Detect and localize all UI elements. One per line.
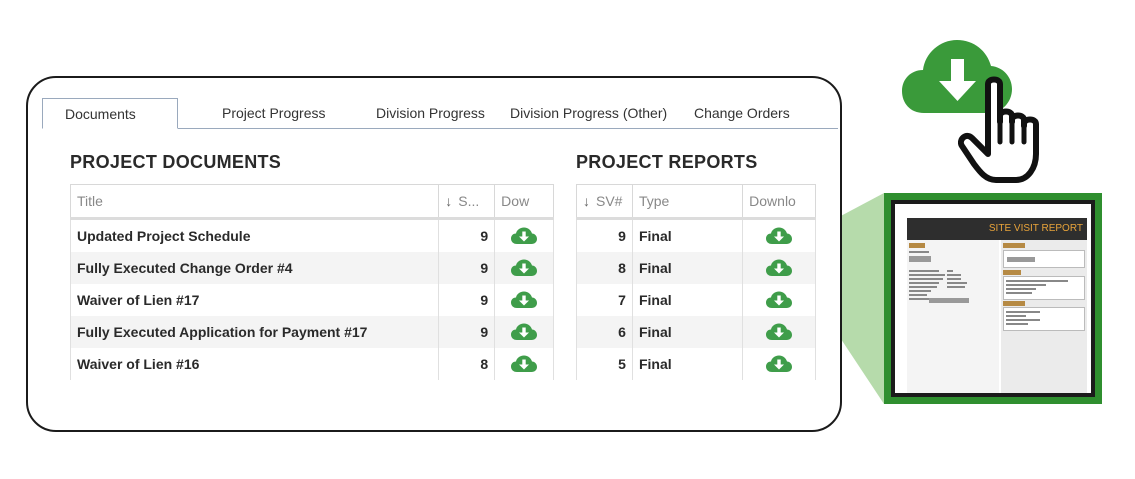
cloud-download-icon[interactable] [766, 227, 793, 245]
column-header-sv-number[interactable]: ↓ SV# [576, 184, 633, 220]
download-cell[interactable] [742, 348, 816, 380]
report-sv-number: 9 [576, 218, 633, 252]
document-sv: 9 [438, 284, 496, 316]
table-row: Updated Project Schedule 9 [69, 218, 554, 252]
cloud-download-icon[interactable] [511, 227, 538, 245]
cloud-download-icon[interactable] [766, 291, 793, 309]
table-row: Fully Executed Application for Payment #… [69, 316, 554, 348]
document-sv: 9 [438, 252, 496, 284]
download-cell[interactable] [742, 316, 816, 348]
tab-documents[interactable]: Documents [42, 98, 178, 129]
download-cell[interactable] [742, 284, 816, 316]
document-sv: 8 [438, 348, 496, 380]
report-page: SITE VISIT REPORT [895, 204, 1091, 393]
download-cell[interactable] [742, 252, 816, 284]
table-row: 9 Final [576, 218, 816, 252]
report-title: SITE VISIT REPORT [988, 223, 1083, 234]
document-title: Waiver of Lien #17 [69, 284, 440, 316]
project-documents-title: PROJECT DOCUMENTS [70, 152, 282, 172]
cloud-download-icon[interactable] [511, 323, 538, 341]
table-row: 8 Final [576, 252, 816, 284]
report-type: Final [632, 284, 744, 316]
column-header-download[interactable]: Downlo [742, 184, 816, 220]
app-window: Documents Project Progress Division Prog… [26, 76, 842, 432]
cloud-download-icon[interactable] [766, 355, 793, 373]
table-row: Waiver of Lien #16 8 [69, 348, 554, 380]
report-type: Final [632, 348, 744, 380]
tab-division-progress-other[interactable]: Division Progress (Other) [510, 98, 667, 128]
column-header-download[interactable]: Dow [494, 184, 554, 220]
report-sv-number: 7 [576, 284, 633, 316]
table-row: 7 Final [576, 284, 816, 316]
cloud-download-icon[interactable] [511, 355, 538, 373]
download-cell[interactable] [494, 218, 554, 252]
report-left-column [907, 240, 999, 393]
download-cell[interactable] [494, 316, 554, 348]
document-sv: 9 [438, 218, 496, 252]
tab-change-orders[interactable]: Change Orders [694, 98, 790, 128]
cloud-download-icon[interactable] [766, 323, 793, 341]
document-title: Fully Executed Change Order #4 [69, 252, 440, 284]
column-header-sv[interactable]: ↓ S... [438, 184, 496, 220]
column-header-title[interactable]: Title [69, 184, 440, 220]
report-type: Final [632, 252, 744, 284]
tab-division-progress[interactable]: Division Progress [376, 98, 485, 128]
sort-arrow-icon: ↓ [445, 193, 453, 209]
download-cell[interactable] [494, 252, 554, 284]
site-visit-report-preview: SITE VISIT REPORT [884, 193, 1102, 404]
report-header: SITE VISIT REPORT [907, 218, 1087, 240]
column-header-type[interactable]: Type [632, 184, 744, 220]
document-sv: 9 [438, 316, 496, 348]
documents-table: Title ↓ S... Dow Updated Project Schedule… [69, 184, 554, 380]
tab-bar: Documents Project Progress Division Prog… [42, 98, 838, 129]
cloud-download-icon[interactable] [511, 259, 538, 277]
sort-arrow-icon: ↓ [583, 193, 590, 209]
table-row: Waiver of Lien #17 9 [69, 284, 554, 316]
download-cell[interactable] [494, 348, 554, 380]
table-row: 6 Final [576, 316, 816, 348]
table-row: Fully Executed Change Order #4 9 [69, 252, 554, 284]
document-title: Waiver of Lien #16 [69, 348, 440, 380]
report-sv-number: 6 [576, 316, 633, 348]
report-type: Final [632, 316, 744, 348]
document-title: Updated Project Schedule [69, 218, 440, 252]
report-right-column [1001, 240, 1087, 393]
table-row: 5 Final [576, 348, 816, 380]
project-reports-title: PROJECT REPORTS [576, 152, 758, 172]
report-sv-number: 5 [576, 348, 633, 380]
document-title: Fully Executed Application for Payment #… [69, 316, 440, 348]
download-cell[interactable] [742, 218, 816, 252]
report-type: Final [632, 218, 744, 252]
hand-pointer-icon [958, 76, 1039, 183]
cloud-download-icon[interactable] [511, 291, 538, 309]
report-sv-number: 8 [576, 252, 633, 284]
reports-table: ↓ SV# Type Downlo 9 Final 8 Final 7 Final 6 Fina… [576, 184, 816, 380]
tab-project-progress[interactable]: Project Progress [222, 98, 325, 128]
cloud-download-icon[interactable] [766, 259, 793, 277]
download-cell[interactable] [494, 284, 554, 316]
